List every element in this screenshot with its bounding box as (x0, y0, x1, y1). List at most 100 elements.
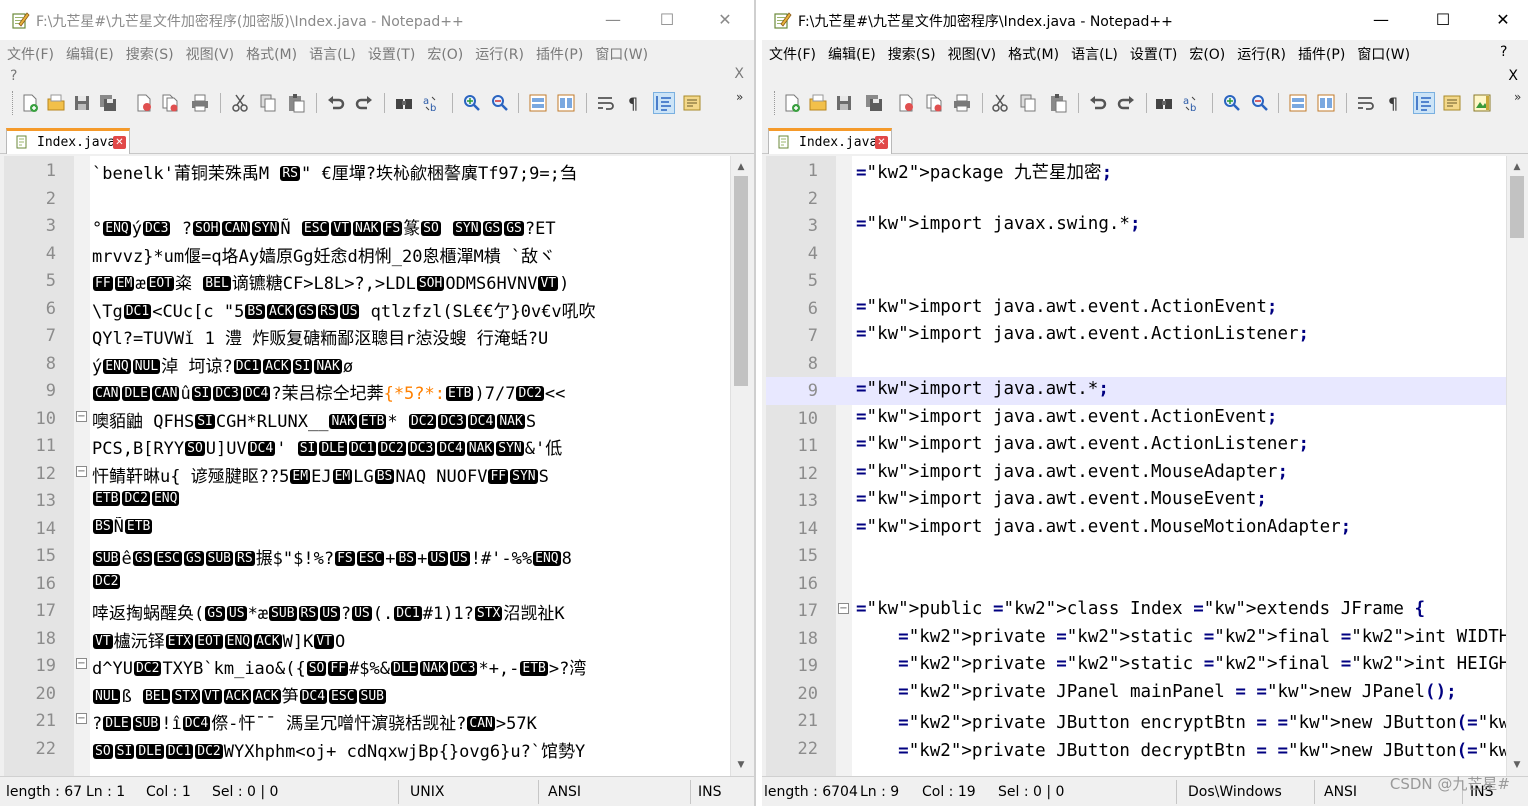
code-line[interactable]: 9 CAN DLE CAN û SI DC3 DC4 ?茉吕棕仝圮莾{*5?*: ETB)7/7 D… (4, 377, 730, 405)
scrollbar-thumb[interactable] (734, 176, 748, 386)
open-file-icon[interactable] (46, 93, 66, 113)
code-line[interactable]: 7 QYl?=TUVWǐ 1 澧 炸贩复磄粫鄙沤聰目r惉没螋 行淹蛞?U (4, 322, 730, 350)
redo-icon[interactable] (354, 93, 374, 113)
menu-view[interactable]: 视图(V) (943, 40, 1002, 64)
code-line[interactable]: 21 −? DLE SUB !î DC4 傺-忓ˉˉ 溤呈冗噌忓濵骁栝觊祉? CAN >57K (4, 707, 730, 735)
editor-pane[interactable]: 1 `benelk'莆铜茉殊禹M RS " €厘墠?垁杺歈梱謷廙Tf97;9=;刍 2… (4, 156, 750, 776)
indent-guide-icon[interactable] (1413, 92, 1435, 114)
fold-toggle-icon[interactable]: − (838, 603, 849, 614)
code-line[interactable]: 10 ="kw">import java.awt.event.ActionEven… (766, 405, 1506, 433)
code-line[interactable]: 8 (766, 350, 1506, 378)
code-line[interactable]: 17 啈返掏蜗醒奂(GS US *æ SUB RS US? US (. DC1 #1)1? STX 沼觊… (4, 597, 730, 625)
close-button[interactable]: ✕ (710, 6, 740, 34)
tab-index-java[interactable]: Index.java ✕ (768, 128, 892, 154)
zoom-in-icon[interactable] (1222, 93, 1242, 113)
code-line[interactable]: 10 − 噢貊鼬 QFHS SI CGH*RLUNX__ NAK ETB * DC2 DC3 DC… (4, 405, 730, 433)
close-button[interactable]: ✕ (1488, 6, 1518, 34)
indent-guide-icon[interactable] (653, 92, 675, 114)
toolbar-overflow-icon[interactable]: » (736, 90, 743, 104)
menu-window[interactable]: 窗口(W) (590, 40, 653, 64)
code-line[interactable]: 2 (766, 185, 1506, 213)
code-line[interactable]: 16 (766, 570, 1506, 598)
code-line[interactable]: 14 BS Ñ ETB (4, 515, 730, 543)
fold-toggle-icon[interactable]: − (76, 713, 87, 724)
save-all-icon[interactable] (864, 93, 884, 113)
print-icon[interactable] (190, 93, 210, 113)
maximize-button[interactable]: ☐ (1428, 6, 1458, 34)
code-line[interactable]: 16 DC2 (4, 570, 730, 598)
cut-icon[interactable] (990, 93, 1010, 113)
user-language-icon[interactable] (1442, 93, 1462, 113)
new-file-icon[interactable] (782, 93, 802, 113)
close-document-button[interactable]: X (1508, 68, 1518, 84)
fold-toggle-icon[interactable]: − (76, 465, 87, 477)
sync-vertical-icon[interactable] (528, 93, 548, 113)
code-line[interactable]: 20 ="kw2">private JPanel mainPanel = ="k… (766, 680, 1506, 708)
code-line[interactable]: 2 (4, 185, 730, 213)
code-line[interactable]: 14 ="kw">import java.awt.event.MouseMotio… (766, 515, 1506, 543)
minimize-button[interactable]: — (1366, 6, 1396, 34)
menu-language[interactable]: 语言(L) (1066, 40, 1123, 64)
show-all-chars-icon[interactable]: ¶ (1384, 93, 1404, 113)
cut-icon[interactable] (230, 93, 250, 113)
scroll-down-icon[interactable]: ▼ (731, 756, 750, 774)
word-wrap-icon[interactable] (596, 93, 616, 113)
replace-icon[interactable]: ab (422, 93, 442, 113)
paste-icon[interactable] (1048, 93, 1068, 113)
code-line[interactable]: 12 ="kw">import java.awt.event.MouseAdapt… (766, 460, 1506, 488)
title-bar[interactable]: F:\九芒星#\九芒星文件加密程序(加密版)\Index.java - Note… (0, 0, 754, 40)
find-icon[interactable] (394, 93, 414, 113)
toolbar-grip[interactable] (774, 91, 778, 115)
new-file-icon[interactable] (20, 93, 40, 113)
scroll-down-icon[interactable]: ▼ (1507, 756, 1526, 774)
code-line[interactable]: 21 ="kw2">private JButton encryptBtn = =… (766, 707, 1506, 735)
code-line[interactable]: 3 ° ENQ ý DC3 ? SOH CAN SYN Ñ ESC VT NAK FS 篆 SO SYN G… (4, 212, 730, 240)
word-wrap-icon[interactable] (1356, 93, 1376, 113)
open-file-icon[interactable] (808, 93, 828, 113)
vertical-scrollbar[interactable]: ▲ ▼ (1506, 156, 1526, 776)
code-line[interactable]: 12 − 忓鲭靬晽u{ 谚殛腱眍??5 EM EJ EM LG BS NAQ NUOFV FF SY… (4, 460, 730, 488)
close-all-icon[interactable] (924, 93, 944, 113)
save-all-icon[interactable] (98, 93, 118, 113)
print-icon[interactable] (952, 93, 972, 113)
menu-format[interactable]: 格式(M) (241, 40, 302, 64)
zoom-in-icon[interactable] (462, 93, 482, 113)
code-line[interactable]: 6 \Tg DC1 <CUc[c "5 BS ACK GS RS US qtlzfzl(SL€€… (4, 295, 730, 323)
menu-macro[interactable]: 宏(O) (422, 40, 468, 64)
code-line[interactable]: 15 SUB ê GS ESC GS SUB RS 搌$"$!%? FS ESC + BS + US US !#… (4, 542, 730, 570)
zoom-out-icon[interactable] (490, 93, 510, 113)
find-icon[interactable] (1154, 93, 1174, 113)
save-icon[interactable] (834, 93, 854, 113)
minimize-button[interactable]: — (598, 6, 628, 34)
close-document-button[interactable]: X (734, 66, 744, 82)
code-line[interactable]: 4 (766, 240, 1506, 268)
code-line[interactable]: 1 ="kw2">package 九芒星加密; (766, 157, 1506, 185)
user-language-icon[interactable] (682, 93, 702, 113)
paste-icon[interactable] (286, 93, 306, 113)
redo-icon[interactable] (1116, 93, 1136, 113)
replace-icon[interactable]: ab (1182, 93, 1202, 113)
menu-help[interactable]: ? (1500, 44, 1507, 60)
code-line[interactable]: 19 − d^YU DC2 TXYB`km_iao&({SO FF #$%& DLE NAK DC… (4, 652, 730, 680)
tab-close-icon[interactable]: ✕ (875, 136, 888, 149)
menu-settings[interactable]: 设置(T) (363, 40, 420, 64)
menu-help[interactable]: ? (10, 68, 17, 84)
menu-run[interactable]: 运行(R) (470, 40, 529, 64)
code-line[interactable]: 17 − ="kw">public ="kw2">class Index ="kw"… (766, 597, 1506, 625)
copy-icon[interactable] (1018, 93, 1038, 113)
code-line[interactable]: 1 `benelk'莆铜茉殊禹M RS " €厘墠?垁杺歈梱謷廙Tf97;9=;刍 (4, 157, 730, 185)
editor-pane[interactable]: 1 ="kw2">package 九芒星加密; 2 3 ="kw">import jav… (766, 156, 1526, 776)
menu-search[interactable]: 搜索(S) (121, 40, 179, 64)
scrollbar-thumb[interactable] (1510, 176, 1524, 238)
menu-plugins[interactable]: 插件(P) (1293, 40, 1350, 64)
close-file-icon[interactable] (134, 93, 154, 113)
title-bar[interactable]: F:\九芒星#\九芒星文件加密程序\Index.java - Notepad++… (762, 0, 1528, 40)
code-line[interactable]: 18 VT 櫨沅铎 ETX EOT ENQ ACK W]K VT O (4, 625, 730, 653)
code-line[interactable]: 4 mrvvz}*um偃=q垎Ay嫱原Gg妊悆d枂悧_20恖櫃潬M樻 `敌ヾ (4, 240, 730, 268)
code-line[interactable]: 13 ETB DC2 ENQ (4, 487, 730, 515)
code-line[interactable]: 8 ý ENQ NUL 淖 坷谅? DC1 ACK SI NAK ø (4, 350, 730, 378)
code-line[interactable]: 6 ="kw">import java.awt.event.ActionEvent… (766, 295, 1506, 323)
menu-run[interactable]: 运行(R) (1232, 40, 1291, 64)
tab-close-icon[interactable]: ✕ (113, 136, 126, 149)
code-line[interactable]: 18 ="kw2">private ="kw2">static ="kw2">f… (766, 625, 1506, 653)
